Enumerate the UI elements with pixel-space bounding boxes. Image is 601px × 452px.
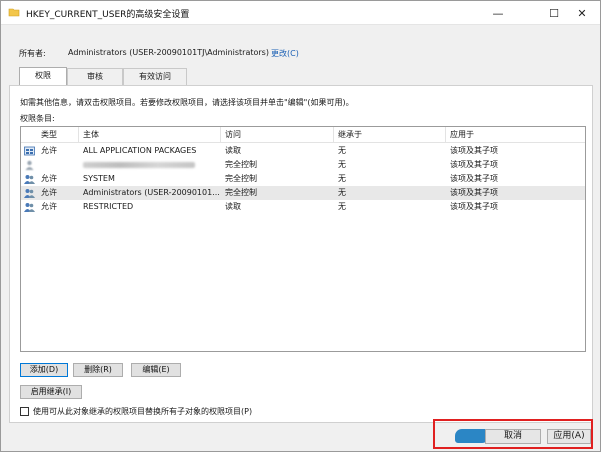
- row-access: 完全控制: [225, 160, 257, 169]
- edit-button[interactable]: 编辑(E): [131, 363, 181, 377]
- users-icon: [24, 203, 35, 212]
- row-access: 读取: [225, 202, 241, 211]
- row-inherited-from: 无: [338, 188, 346, 197]
- row-inherited-from: 无: [338, 174, 346, 183]
- row-type: 允许: [41, 146, 57, 155]
- row-principal-redacted: [79, 158, 221, 172]
- column-header-applies-to[interactable]: 应用于: [446, 127, 585, 143]
- remove-button[interactable]: 删除(R): [73, 363, 123, 377]
- tab-effective-access[interactable]: 有效访问: [123, 68, 187, 85]
- minimize-button[interactable]: —: [477, 1, 519, 25]
- row-applies-to: 该项及其子项: [450, 174, 498, 183]
- row-principal: Administrators (USER-20090101...: [83, 188, 220, 197]
- title-bar: HKEY_CURRENT_USER的高级安全设置 — ☐ ✕: [1, 1, 600, 25]
- column-header-principal[interactable]: 主体: [79, 127, 221, 143]
- row-applies-to: 该项及其子项: [450, 188, 498, 197]
- row-type: 允许: [41, 188, 57, 197]
- apply-button[interactable]: 应用(A): [547, 429, 591, 444]
- row-type: 允许: [41, 202, 57, 211]
- close-button[interactable]: ✕: [561, 1, 601, 25]
- table-row[interactable]: 允许 RESTRICTED 读取 无 该项及其子项: [21, 200, 585, 214]
- instruction-text: 如需其他信息，请双击权限项目。若要修改权限项目，请选择该项目并单击"编辑"(如果…: [20, 98, 354, 107]
- tab-permissions[interactable]: 权限: [19, 67, 67, 86]
- row-access: 完全控制: [225, 174, 257, 183]
- row-applies-to: 该项及其子项: [450, 146, 498, 155]
- row-applies-to: 该项及其子项: [450, 160, 498, 169]
- blue-watermark-shape: [455, 429, 489, 443]
- row-access: 完全控制: [225, 188, 257, 197]
- app-packages-icon: [24, 146, 35, 156]
- enable-inheritance-button[interactable]: 启用继承(I): [20, 385, 82, 399]
- table-row[interactable]: 允许 SYSTEM 完全控制 无 该项及其子项: [21, 172, 585, 186]
- change-owner-link[interactable]: 更改(C): [271, 48, 299, 59]
- add-button[interactable]: 添加(D): [20, 363, 68, 377]
- row-inherited-from: 无: [338, 146, 346, 155]
- column-header-type[interactable]: 类型: [37, 127, 79, 143]
- row-applies-to: 该项及其子项: [450, 202, 498, 211]
- row-inherited-from: 无: [338, 202, 346, 211]
- cancel-button[interactable]: 取消: [485, 429, 541, 444]
- table-row[interactable]: 完全控制 无 该项及其子项: [21, 158, 585, 172]
- redacted-text: [83, 162, 195, 168]
- replace-child-permissions-checkbox[interactable]: [20, 407, 29, 416]
- column-header-access[interactable]: 访问: [221, 127, 334, 143]
- owner-value: Administrators (USER-20090101TJ\Administ…: [68, 48, 269, 57]
- row-principal: SYSTEM: [83, 174, 115, 183]
- replace-child-permissions-label[interactable]: 使用可从此对象继承的权限项目替换所有子对象的权限项目(P): [33, 406, 252, 417]
- column-header-inherited-from[interactable]: 继承于: [334, 127, 446, 143]
- permissions-panel: 如需其他信息，请双击权限项目。若要修改权限项目，请选择该项目并单击"编辑"(如果…: [9, 85, 593, 423]
- tab-auditing[interactable]: 审核: [67, 68, 123, 85]
- owner-label: 所有者:: [19, 49, 46, 58]
- window-title: HKEY_CURRENT_USER的高级安全设置: [26, 10, 190, 20]
- list-header: 类型 主体 访问 继承于 应用于: [21, 127, 585, 143]
- permission-entries-list[interactable]: 类型 主体 访问 继承于 应用于 允许 ALL APPLICATION PACK…: [20, 126, 586, 352]
- user-icon: [25, 160, 34, 170]
- users-icon: [24, 175, 35, 184]
- row-access: 读取: [225, 146, 241, 155]
- permission-entries-label: 权限条目:: [20, 114, 55, 123]
- row-inherited-from: 无: [338, 160, 346, 169]
- highlighted-action-area: 取消 应用(A): [433, 419, 593, 449]
- row-type: [37, 158, 79, 172]
- security-settings-window: HKEY_CURRENT_USER的高级安全设置 — ☐ ✕ 所有者: Admi…: [0, 0, 601, 452]
- table-row[interactable]: 允许 ALL APPLICATION PACKAGES 读取 无 该项及其子项: [21, 144, 585, 158]
- row-principal: ALL APPLICATION PACKAGES: [83, 146, 197, 155]
- users-icon: [24, 189, 35, 198]
- row-type: 允许: [41, 174, 57, 183]
- row-principal: RESTRICTED: [83, 202, 134, 211]
- folder-icon: [8, 8, 20, 17]
- table-row-selected[interactable]: 允许 Administrators (USER-20090101... 完全控制…: [21, 186, 585, 200]
